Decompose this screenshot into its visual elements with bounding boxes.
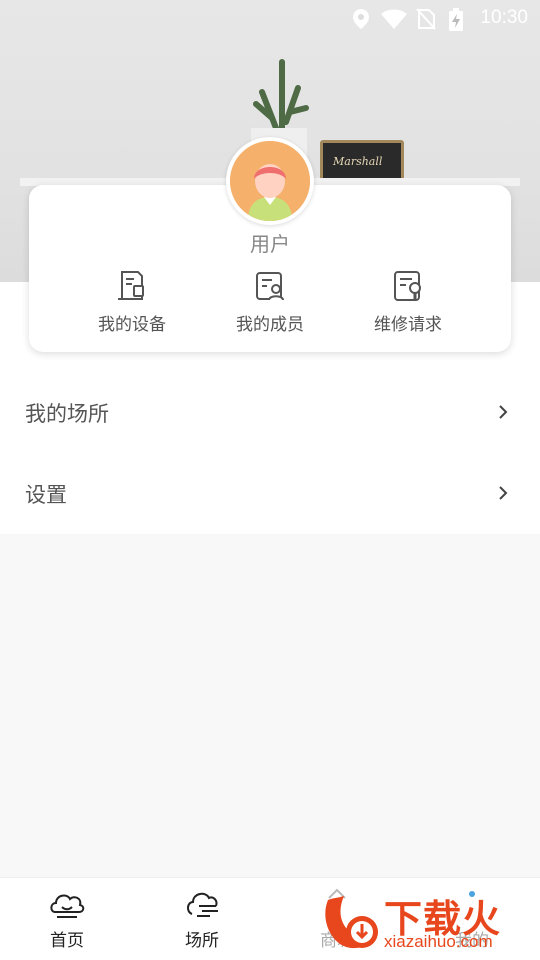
repair-request-icon	[394, 271, 421, 301]
quick-action-my-devices[interactable]: 我的设备	[62, 268, 202, 335]
cloud-face-icon	[50, 894, 85, 918]
quick-action-my-members[interactable]: 我的成员	[200, 268, 340, 335]
quick-action-label: 我的成员	[236, 315, 304, 335]
chevron-right-icon	[499, 405, 508, 419]
quick-action-label: 我的设备	[98, 315, 166, 335]
chevron-right-icon	[499, 486, 508, 500]
username: 用户	[250, 232, 290, 256]
watermark-logo	[325, 896, 378, 949]
place-cloud-icon	[187, 892, 218, 917]
no-sim-icon	[416, 8, 436, 30]
nav-label: 场所	[185, 931, 219, 951]
location-icon	[353, 9, 369, 29]
nav-label: 首页	[50, 931, 84, 951]
watermark: 下载火 xiazaihuo.com	[318, 884, 540, 958]
status-bar: 10:30	[0, 0, 540, 36]
menu-item-label: 设置	[25, 483, 67, 507]
wifi-icon	[381, 9, 407, 29]
menu-item-settings[interactable]: 设置	[0, 453, 540, 533]
quick-action-label: 维修请求	[374, 315, 442, 335]
member-card-icon	[256, 272, 284, 301]
menu-item-label: 我的场所	[25, 402, 109, 426]
watermark-subtitle: xiazaihuo.com	[384, 932, 493, 951]
status-time: 10:30	[480, 7, 528, 28]
quick-action-repair-request[interactable]: 维修请求	[338, 268, 478, 335]
nav-item-home[interactable]: 首页	[22, 884, 112, 951]
nav-item-places[interactable]: 场所	[157, 884, 247, 951]
user-avatar-icon	[230, 141, 310, 221]
avatar[interactable]	[226, 137, 314, 225]
device-doc-icon	[118, 271, 144, 300]
menu-item-my-places[interactable]: 我的场所	[0, 372, 540, 452]
battery-charging-icon	[449, 8, 463, 31]
